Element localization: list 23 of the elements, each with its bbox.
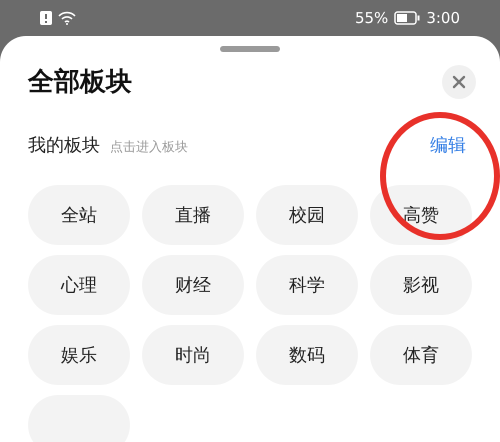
alert-icon [40, 11, 52, 25]
edit-link[interactable]: 编辑 [430, 133, 466, 157]
topic-pill[interactable]: 财经 [142, 255, 244, 315]
drag-handle[interactable] [220, 46, 280, 52]
topic-pill[interactable]: 直播 [142, 185, 244, 245]
topic-pill[interactable]: 心理 [28, 255, 130, 315]
section-hint: 点击进入板块 [110, 139, 188, 156]
close-icon [452, 74, 466, 88]
topic-pill[interactable]: 影视 [370, 255, 472, 315]
section-title: 我的板块 [28, 134, 100, 157]
battery-percent: 55% [354, 9, 388, 27]
topic-pill[interactable]: 时尚 [142, 325, 244, 385]
topic-pill[interactable]: 娱乐 [28, 325, 130, 385]
topic-pill[interactable]: 校园 [256, 185, 358, 245]
topic-pill[interactable]: 体育 [370, 325, 472, 385]
topic-pill[interactable]: 科学 [256, 255, 358, 315]
wifi-icon [58, 11, 76, 25]
topic-pill[interactable]: 数码 [256, 325, 358, 385]
topic-pill[interactable]: 全站 [28, 185, 130, 245]
sheet-title: 全部板块 [28, 66, 132, 99]
battery-icon [394, 11, 420, 25]
close-button[interactable] [442, 64, 476, 98]
clock: 3:00 [426, 9, 460, 27]
